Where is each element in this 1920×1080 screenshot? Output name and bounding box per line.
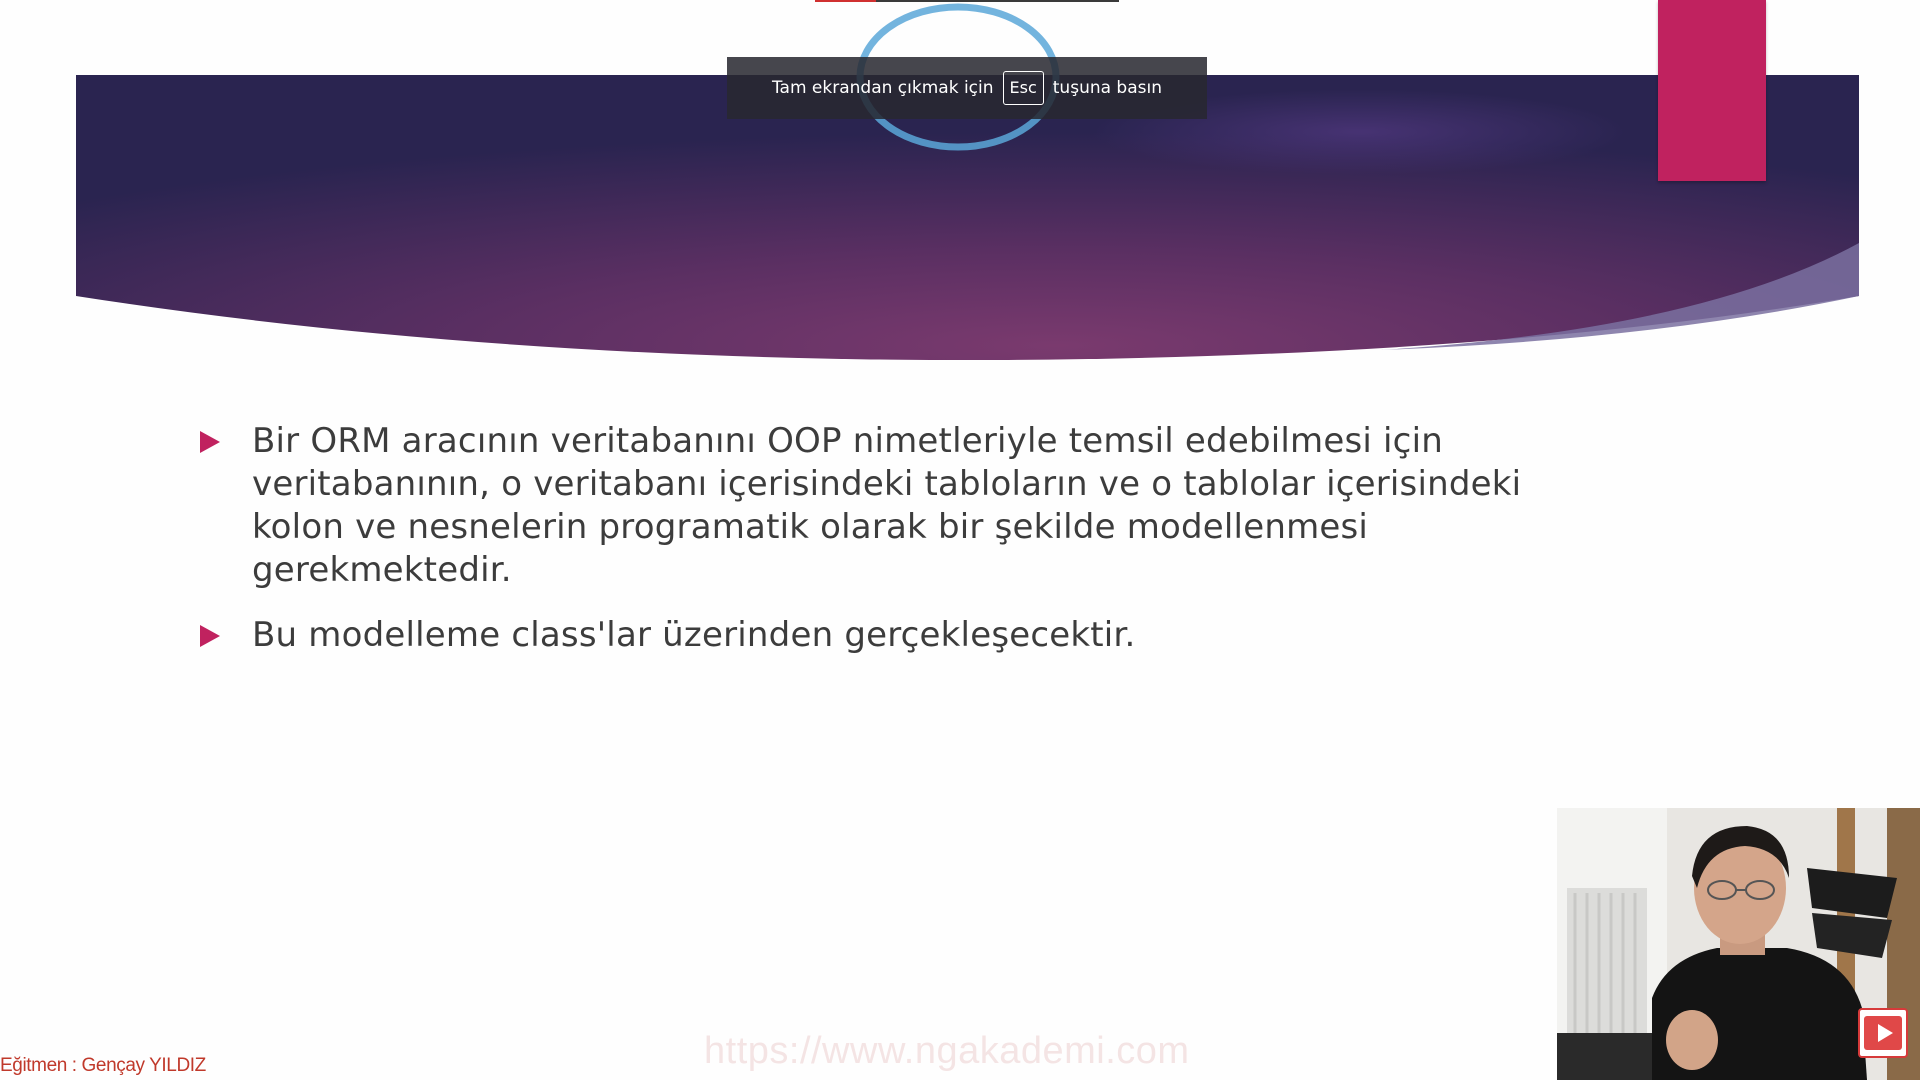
site-url-watermark: https://www.ngakademi.com bbox=[704, 1030, 1190, 1072]
bullet-item: Bir ORM aracının veritabanını OOP nimetl… bbox=[198, 420, 1578, 592]
slide-content: Bir ORM aracının veritabanını OOP nimetl… bbox=[198, 420, 1578, 679]
bullet-item: Bu modelleme class'lar üzerinden gerçekl… bbox=[198, 614, 1578, 657]
triangle-right-icon bbox=[200, 625, 220, 647]
esc-key-label: Esc bbox=[1002, 71, 1044, 105]
video-progress-fill bbox=[815, 0, 876, 2]
triangle-right-icon bbox=[200, 431, 220, 453]
bullet-text: Bu modelleme class'lar üzerinden gerçekl… bbox=[252, 615, 1136, 655]
play-badge-inner bbox=[1864, 1016, 1902, 1050]
accent-block bbox=[1658, 0, 1766, 181]
video-progress-bar[interactable] bbox=[815, 0, 1119, 2]
presentation-stage: Tam ekrandan çıkmak için Esc tuşuna bası… bbox=[0, 0, 1920, 1080]
bullet-text: Bir ORM aracının veritabanını OOP nimetl… bbox=[252, 421, 1522, 590]
notification-prefix: Tam ekrandan çıkmak için bbox=[771, 78, 994, 98]
fullscreen-exit-notification: Tam ekrandan çıkmak için Esc tuşuna bası… bbox=[727, 57, 1207, 119]
instructor-watermark: Eğitmen : Gençay YILDIZ bbox=[0, 1055, 206, 1076]
notification-suffix: tuşuna basın bbox=[1052, 78, 1162, 98]
play-icon[interactable] bbox=[1858, 1008, 1908, 1058]
play-triangle bbox=[1877, 1024, 1893, 1042]
